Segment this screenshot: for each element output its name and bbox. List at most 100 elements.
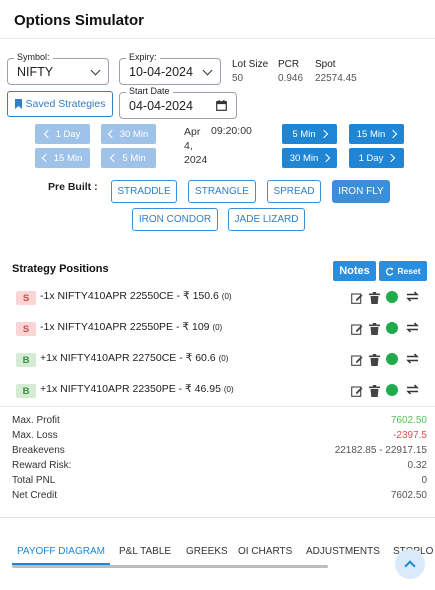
back-1-day-button[interactable]: 1 Day (35, 124, 90, 144)
swap-icon[interactable] (405, 321, 420, 334)
tab-payoff-diagram[interactable]: PAYOFF DIAGRAM (17, 546, 105, 557)
stat-label: Net Credit (12, 490, 58, 501)
prebuilt-spread-button[interactable]: SPREAD (267, 180, 321, 203)
pencil-icon[interactable] (351, 292, 363, 304)
fwd-30-min-label: 30 Min (289, 152, 319, 164)
stat-value: 22182.85 - 22917.15 (334, 445, 427, 456)
symbol-label: Symbol: (14, 52, 53, 62)
calendar-icon[interactable] (216, 100, 227, 111)
leg-text: -1x NIFTY410APR 22550PE - ₹ 109 (40, 321, 210, 333)
stat-max-loss: Max. Loss -2397.5 (12, 430, 427, 445)
refresh-icon (386, 267, 394, 275)
tab-oi-charts[interactable]: OI CHARTS (238, 546, 292, 557)
lot-size-label: Lot Size (232, 59, 269, 70)
reset-label: Reset (397, 266, 421, 276)
stat-label: Max. Loss (12, 430, 58, 441)
current-date: Apr 4, 2024 (184, 125, 207, 167)
pencil-icon[interactable] (351, 354, 363, 366)
back-30-min-label: 30 Min (119, 128, 149, 140)
stat-value: 0 (421, 475, 427, 486)
back-5-min-button[interactable]: 5 Min (101, 148, 156, 168)
trash-icon[interactable] (369, 323, 380, 335)
current-date-year: 2024 (184, 154, 208, 166)
start-date-label: Start Date (126, 86, 173, 96)
leg-suffix: (0) (223, 385, 234, 394)
sell-badge: S (16, 291, 36, 305)
chevron-left-icon (110, 153, 119, 163)
saved-strategies-label: Saved Strategies (25, 98, 106, 110)
back-15-min-button[interactable]: 15 Min (35, 148, 90, 168)
leg-text: -1x NIFTY410APR 22550CE - ₹ 150.6 (40, 290, 219, 302)
leg-description: -1x NIFTY410APR 22550PE - ₹ 109 (0) (40, 321, 222, 333)
trash-icon[interactable] (369, 292, 380, 304)
back-1-day-label: 1 Day (55, 128, 81, 140)
leg-text: +1x NIFTY410APR 22350PE - ₹ 46.95 (40, 383, 221, 395)
tabs-scrollbar[interactable] (12, 565, 328, 568)
active-dot-icon[interactable] (386, 291, 398, 303)
symbol-value: NIFTY (17, 65, 54, 79)
tabs-divider (0, 517, 435, 518)
active-dot-icon[interactable] (386, 384, 398, 396)
stat-total-pnl: Total PNL 0 (12, 475, 427, 490)
chevron-right-icon (319, 129, 328, 139)
prebuilt-jade-lizard-button[interactable]: JADE LIZARD (228, 208, 305, 231)
start-date-input[interactable]: Start Date 04-04-2024 (119, 86, 237, 119)
notes-button[interactable]: Notes (333, 261, 376, 281)
strategy-positions-title: Strategy Positions (12, 263, 109, 275)
pencil-icon[interactable] (351, 323, 363, 335)
chevron-right-icon (322, 153, 331, 163)
position-row: B +1x NIFTY410APR 22750CE - ₹ 60.6 (0) (0, 346, 435, 377)
prebuilt-straddle-button[interactable]: STRADDLE (111, 180, 177, 203)
active-dot-icon[interactable] (386, 322, 398, 334)
chevron-up-icon (404, 560, 416, 572)
fwd-30-min-button[interactable]: 30 Min (282, 148, 337, 168)
pencil-icon[interactable] (351, 385, 363, 397)
current-date-month: Apr (184, 126, 201, 138)
fwd-15-min-button[interactable]: 15 Min (349, 124, 404, 144)
chevron-down-icon (202, 65, 213, 76)
back-5-min-label: 5 Min (122, 152, 146, 164)
tab-greeks[interactable]: GREEKS (186, 546, 228, 557)
trash-icon[interactable] (369, 385, 380, 397)
lot-size-value: 50 (232, 73, 244, 84)
chevron-right-icon (387, 153, 396, 163)
leg-description: -1x NIFTY410APR 22550CE - ₹ 150.6 (0) (40, 290, 232, 302)
swap-icon[interactable] (405, 352, 420, 365)
page-title: Options Simulator (14, 12, 145, 29)
expiry-value: 10-04-2024 (129, 65, 193, 79)
fwd-1-day-button[interactable]: 1 Day (349, 148, 404, 168)
back-30-min-button[interactable]: 30 Min (101, 124, 156, 144)
stat-breakevens: Breakevens 22182.85 - 22917.15 (12, 445, 427, 460)
scroll-to-top-button[interactable] (395, 549, 425, 579)
stat-value: -2397.5 (393, 430, 427, 441)
reset-button[interactable]: Reset (379, 261, 427, 281)
stat-value: 7602.50 (390, 490, 427, 501)
buy-badge: B (16, 353, 36, 367)
prebuilt-iron-condor-button[interactable]: IRON CONDOR (132, 208, 218, 231)
stat-value: 7602.50 (390, 415, 427, 426)
current-date-day: 4, (184, 140, 193, 152)
swap-icon[interactable] (405, 290, 420, 303)
leg-suffix: (0) (212, 323, 223, 332)
header-divider (0, 38, 435, 39)
current-time: 09:20:00 (211, 125, 252, 137)
buy-badge: B (16, 384, 36, 398)
position-row: B +1x NIFTY410APR 22350PE - ₹ 46.95 (0) (0, 377, 435, 408)
tab-adjustments[interactable]: ADJUSTMENTS (306, 546, 380, 557)
expiry-select[interactable]: Expiry: 10-04-2024 (119, 52, 221, 85)
prebuilt-strangle-button[interactable]: STRANGLE (188, 180, 256, 203)
leg-description: +1x NIFTY410APR 22750CE - ₹ 60.6 (0) (40, 352, 228, 364)
prebuilt-iron-fly-button[interactable]: IRON FLY (332, 180, 390, 203)
fwd-1-day-label: 1 Day (358, 152, 384, 164)
symbol-select[interactable]: Symbol: NIFTY (7, 52, 109, 85)
trash-icon[interactable] (369, 354, 380, 366)
position-row: S -1x NIFTY410APR 22550CE - ₹ 150.6 (0) (0, 284, 435, 315)
swap-icon[interactable] (405, 383, 420, 396)
active-dot-icon[interactable] (386, 353, 398, 365)
fwd-5-min-button[interactable]: 5 Min (282, 124, 337, 144)
pcr-label: PCR (278, 59, 300, 70)
tab-pl-table[interactable]: P&L TABLE (119, 546, 171, 557)
stat-max-profit: Max. Profit 7602.50 (12, 415, 427, 430)
spot-value: 22574.45 (315, 73, 357, 84)
saved-strategies-button[interactable]: Saved Strategies (7, 91, 113, 117)
